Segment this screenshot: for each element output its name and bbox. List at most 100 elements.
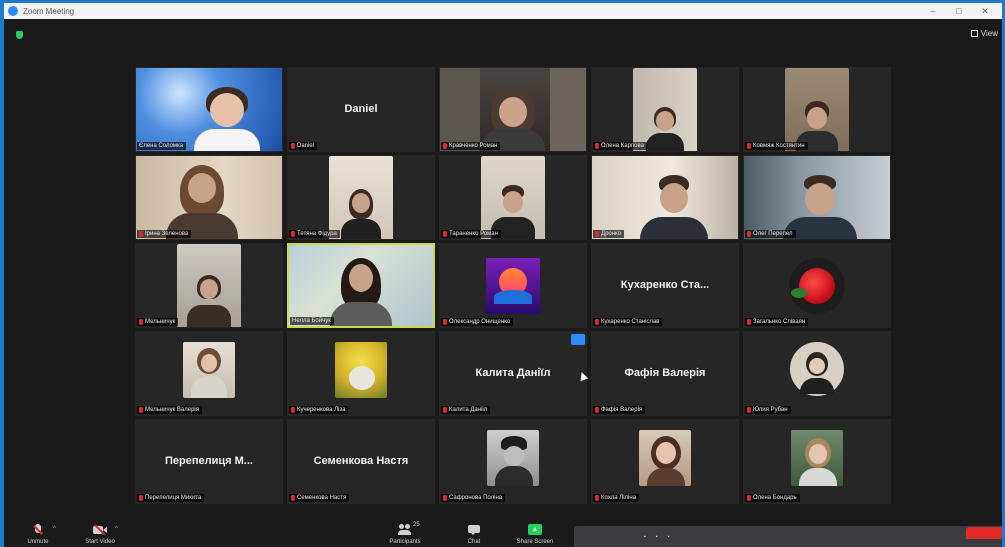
end-meeting-button[interactable] bbox=[966, 527, 1002, 539]
participant-tile[interactable]: Кохла Ліліна bbox=[591, 419, 739, 504]
chevron-up-icon[interactable]: ^ bbox=[115, 526, 118, 532]
participant-label: Дронко bbox=[593, 230, 625, 238]
participant-label: Єлена Соломка bbox=[137, 142, 187, 150]
participant-label: Сафронова Поліна bbox=[441, 494, 506, 502]
participant-video bbox=[136, 244, 282, 327]
chat-button[interactable]: Chat bbox=[450, 524, 498, 545]
muted-mic-icon bbox=[747, 231, 751, 237]
participant-video bbox=[136, 68, 282, 151]
participant-label: Юлия Рубан bbox=[745, 406, 791, 414]
muted-mic-icon bbox=[595, 231, 599, 237]
muted-mic-icon bbox=[139, 407, 143, 413]
participant-video bbox=[592, 420, 738, 503]
muted-mic-icon bbox=[443, 231, 447, 237]
participant-label: Кучеренкова Ліза bbox=[289, 406, 349, 414]
participant-label: Семенкова Настя bbox=[289, 494, 350, 502]
participant-video bbox=[288, 332, 434, 415]
participant-tile[interactable]: Олег Перепел bbox=[743, 155, 891, 240]
participant-tile[interactable]: Єлена Соломка bbox=[135, 67, 283, 152]
participant-video bbox=[440, 244, 586, 327]
participant-tile[interactable]: Дронко bbox=[591, 155, 739, 240]
muted-mic-icon bbox=[139, 319, 143, 325]
participant-video bbox=[289, 245, 433, 326]
participant-tile[interactable]: Фафія Валерія Фафія Валерія bbox=[591, 331, 739, 416]
participant-label: Олег Перепел bbox=[745, 230, 796, 238]
participant-label: Фафія Валерія bbox=[593, 406, 646, 414]
muted-mic-icon bbox=[595, 319, 599, 325]
video-camera-off-icon bbox=[93, 524, 107, 536]
muted-mic-icon bbox=[747, 407, 751, 413]
participant-display-name: Кухаренко Ста... bbox=[620, 278, 710, 291]
security-shield-icon[interactable] bbox=[16, 31, 23, 39]
muted-mic-icon bbox=[139, 231, 143, 237]
participant-tile[interactable]: Кравченко Роман bbox=[439, 67, 587, 152]
unmute-button[interactable]: Unmute ^ bbox=[14, 524, 62, 545]
screen-share-control-bar[interactable]: ▪ ▪ ▪ bbox=[574, 526, 1002, 547]
microphone-muted-icon bbox=[31, 524, 45, 536]
participant-tile[interactable]: Ковмяж Костянтин bbox=[743, 67, 891, 152]
muted-mic-icon bbox=[443, 143, 447, 149]
participant-tile[interactable]: Олена Карпова bbox=[591, 67, 739, 152]
participant-label: Ковмяж Костянтин bbox=[745, 142, 808, 150]
maximize-button[interactable]: □ bbox=[948, 6, 970, 17]
muted-mic-icon bbox=[291, 143, 295, 149]
muted-mic-icon bbox=[443, 319, 447, 325]
participant-tile[interactable]: Тараненко Роман bbox=[439, 155, 587, 240]
participant-label: Олександр Онищенко bbox=[441, 318, 514, 326]
muted-mic-icon bbox=[291, 231, 295, 237]
participant-video bbox=[744, 68, 890, 151]
participant-label: Ірина Зеленова bbox=[137, 230, 192, 238]
close-button[interactable]: ✕ bbox=[974, 6, 996, 17]
participant-label: Тетяна Фідура bbox=[289, 230, 340, 238]
participant-label: Тараненко Роман bbox=[441, 230, 501, 238]
control-bar-icon[interactable]: ▪ bbox=[668, 534, 670, 540]
participant-tile[interactable]: Перепелиця М... Перепелиця Микита bbox=[135, 419, 283, 504]
chevron-up-icon[interactable]: ^ bbox=[53, 526, 56, 532]
participant-tile[interactable]: Мельничук Валерія bbox=[135, 331, 283, 416]
participant-tile[interactable]: Семенкова Настя Семенкова Настя bbox=[287, 419, 435, 504]
participant-video bbox=[440, 420, 586, 503]
participant-video bbox=[440, 156, 586, 239]
control-bar-icon[interactable]: ▪ bbox=[644, 534, 646, 540]
active-speaker-tile[interactable]: Нелла Бойчук bbox=[287, 243, 435, 328]
participant-tile[interactable]: Калита Даніїл Калита Данііл bbox=[439, 331, 587, 416]
participant-display-name: Daniel bbox=[344, 102, 378, 115]
participant-tile[interactable]: Загальнко Сліваян bbox=[743, 243, 891, 328]
participant-tile[interactable]: Кухаренко Ста... Кухаренко Станіслав bbox=[591, 243, 739, 328]
participant-tile[interactable]: Кучеренкова Ліза bbox=[287, 331, 435, 416]
participant-label: Загальнко Сліваян bbox=[745, 318, 809, 326]
view-button[interactable]: View bbox=[970, 29, 998, 38]
share-screen-icon bbox=[528, 524, 542, 536]
participant-tile[interactable]: Ірина Зеленова bbox=[135, 155, 283, 240]
participant-label: Кохла Ліліна bbox=[593, 494, 640, 502]
participant-tile[interactable]: Мельничук bbox=[135, 243, 283, 328]
participant-video bbox=[288, 156, 434, 239]
participants-icon: 25 bbox=[398, 522, 420, 536]
muted-mic-icon bbox=[747, 143, 751, 149]
muted-mic-icon bbox=[139, 495, 143, 501]
participants-button[interactable]: 25 Participants bbox=[379, 522, 431, 545]
window-title: Zoom Meeting bbox=[23, 6, 75, 16]
share-screen-button[interactable]: Share Screen bbox=[507, 524, 563, 545]
participant-display-name: Фафія Валерія bbox=[624, 366, 706, 379]
start-video-button[interactable]: Start Video ^ bbox=[76, 524, 124, 545]
participant-tile[interactable]: Юлия Рубан bbox=[743, 331, 891, 416]
participant-tile[interactable]: Daniel Daniel bbox=[287, 67, 435, 152]
zoom-window: Zoom Meeting – □ ✕ View Єлена Соломка Da… bbox=[4, 3, 1002, 547]
muted-mic-icon bbox=[443, 407, 447, 413]
grid-view-icon bbox=[970, 30, 978, 37]
participant-label: Калита Данііл bbox=[441, 406, 491, 414]
control-bar-icon[interactable]: ▪ bbox=[656, 534, 658, 540]
minimize-button[interactable]: – bbox=[922, 6, 944, 17]
participant-tile[interactable]: Олександр Онищенко bbox=[439, 243, 587, 328]
participant-tile[interactable]: Тетяна Фідура bbox=[287, 155, 435, 240]
participant-video bbox=[592, 156, 738, 239]
muted-mic-icon bbox=[291, 495, 295, 501]
muted-mic-icon bbox=[291, 407, 295, 413]
chat-bubble-icon bbox=[467, 524, 481, 536]
participant-tile[interactable]: Сафронова Поліна bbox=[439, 419, 587, 504]
participant-video bbox=[744, 332, 890, 415]
participant-label: Мельничук bbox=[137, 318, 179, 326]
participant-video bbox=[744, 420, 890, 503]
participant-tile[interactable]: Олена Бондарь bbox=[743, 419, 891, 504]
